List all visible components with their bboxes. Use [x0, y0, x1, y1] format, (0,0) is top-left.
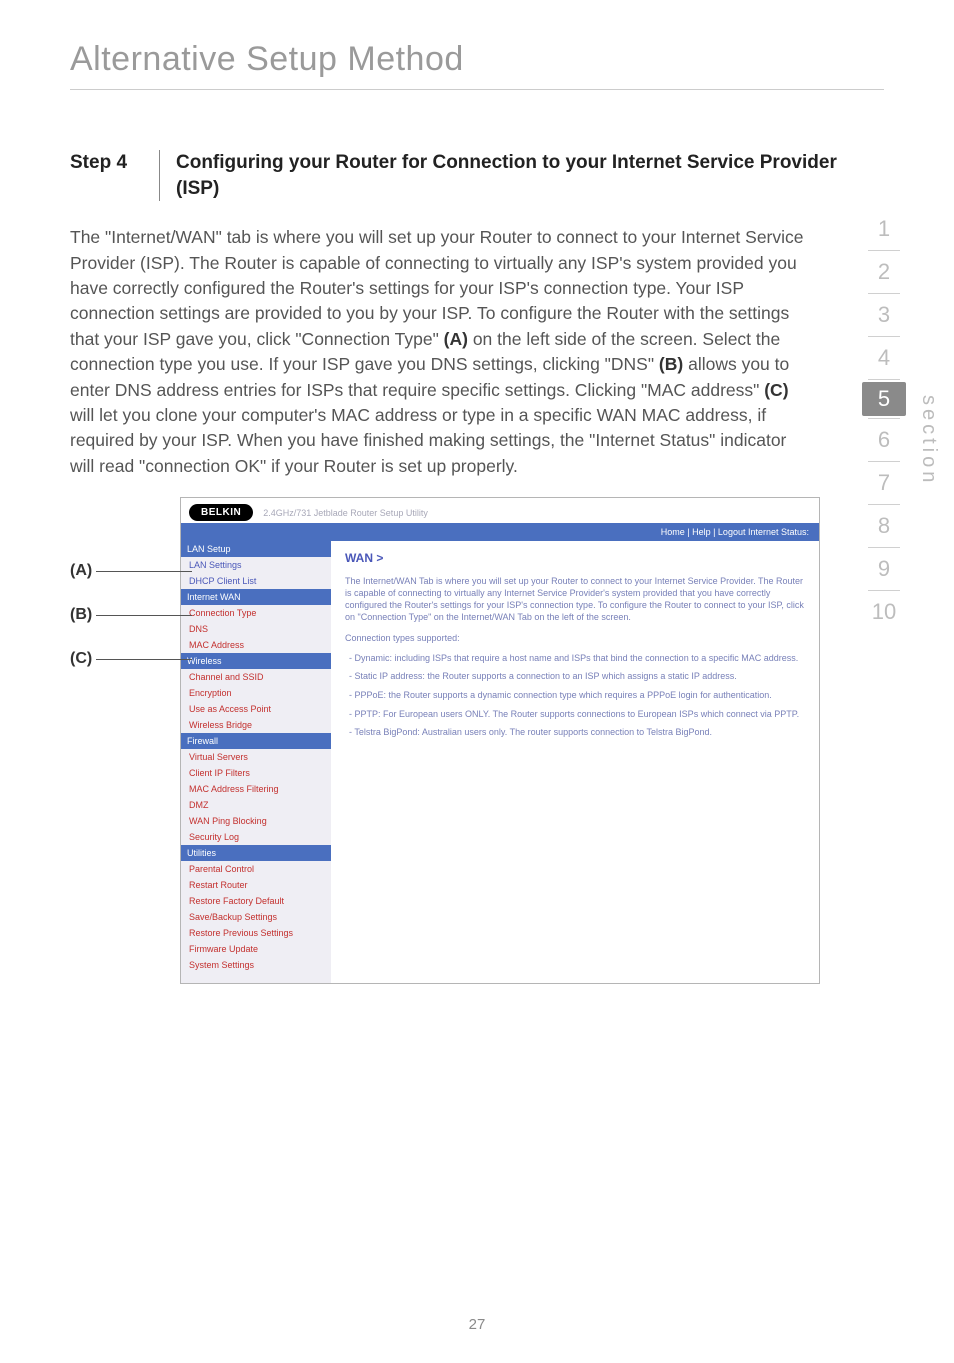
sb-encryption[interactable]: Encryption	[181, 685, 331, 701]
wan-item-static: Static IP address: the Router supports a…	[359, 670, 805, 683]
sb-connection-type[interactable]: Connection Type	[181, 605, 331, 621]
nav-5-current: 5	[862, 382, 906, 416]
admin-main: WAN > The Internet/WAN Tab is where you …	[331, 541, 819, 983]
chapter-title: Alternative Setup Method	[70, 40, 884, 79]
sb-dns[interactable]: DNS	[181, 621, 331, 637]
step-title: Configuring your Router for Connection t…	[176, 150, 884, 201]
sb-wireless-bridge[interactable]: Wireless Bridge	[181, 717, 331, 733]
sb-system-settings[interactable]: System Settings	[181, 957, 331, 973]
sb-head-wireless: Wireless	[181, 653, 331, 669]
brand-logo: BELKIN	[189, 504, 253, 521]
sb-head-utilities: Utilities	[181, 845, 331, 861]
page-number: 27	[0, 1316, 954, 1333]
wan-item-pptp: PPTP: For European users ONLY. The Route…	[359, 708, 805, 721]
admin-bluebar: Home | Help | Logout Internet Status:	[181, 523, 819, 541]
callout-c: (C)	[70, 645, 192, 673]
wan-title: WAN >	[345, 551, 805, 565]
sb-mac-address[interactable]: MAC Address	[181, 637, 331, 653]
sb-security-log[interactable]: Security Log	[181, 829, 331, 845]
sb-client-ip-filters[interactable]: Client IP Filters	[181, 765, 331, 781]
section-label: section	[917, 395, 940, 486]
nav-3: 3	[854, 296, 914, 334]
admin-sidebar: LAN Setup LAN Settings DHCP Client List …	[181, 541, 331, 983]
nav-4: 4	[854, 339, 914, 377]
sb-mac-filtering[interactable]: MAC Address Filtering	[181, 781, 331, 797]
body-paragraph: The "Internet/WAN" tab is where you will…	[70, 225, 810, 479]
router-admin-window: BELKIN 2.4GHz/731 Jetblade Router Setup …	[180, 497, 820, 984]
step-label: Step 4	[70, 150, 160, 201]
wan-item-telstra: Telstra BigPond: Australian users only. …	[359, 726, 805, 739]
sb-restore-previous[interactable]: Restore Previous Settings	[181, 925, 331, 941]
sb-channel-ssid[interactable]: Channel and SSID	[181, 669, 331, 685]
nav-6: 6	[854, 421, 914, 459]
callout-b: (B)	[70, 601, 192, 629]
nav-2: 2	[854, 253, 914, 291]
figure: (A) (B) (C) BELKIN 2.4GHz/731 Jetblade R…	[180, 497, 884, 984]
wan-item-dynamic: Dynamic: including ISPs that require a h…	[359, 652, 805, 665]
callout-a: (A)	[70, 557, 192, 585]
sb-save-backup[interactable]: Save/Backup Settings	[181, 909, 331, 925]
wan-intro: The Internet/WAN Tab is where you will s…	[345, 575, 805, 624]
wan-sub: Connection types supported:	[345, 632, 805, 644]
sb-restart-router[interactable]: Restart Router	[181, 877, 331, 893]
sb-wan-ping-blocking[interactable]: WAN Ping Blocking	[181, 813, 331, 829]
admin-header: BELKIN 2.4GHz/731 Jetblade Router Setup …	[181, 498, 819, 523]
admin-header-text: 2.4GHz/731 Jetblade Router Setup Utility	[263, 508, 428, 518]
sb-firmware-update[interactable]: Firmware Update	[181, 941, 331, 957]
sb-head-lan: LAN Setup	[181, 541, 331, 557]
callouts: (A) (B) (C)	[70, 557, 192, 673]
sb-dmz[interactable]: DMZ	[181, 797, 331, 813]
sb-lan-settings[interactable]: LAN Settings	[181, 557, 331, 573]
sb-head-firewall: Firewall	[181, 733, 331, 749]
divider	[70, 89, 884, 90]
nav-1: 1	[854, 210, 914, 248]
sb-parental-control[interactable]: Parental Control	[181, 861, 331, 877]
sb-head-wan: Internet WAN	[181, 589, 331, 605]
wan-item-pppoe: PPPoE: the Router supports a dynamic con…	[359, 689, 805, 702]
sb-virtual-servers[interactable]: Virtual Servers	[181, 749, 331, 765]
sb-dhcp-client-list[interactable]: DHCP Client List	[181, 573, 331, 589]
sb-restore-factory[interactable]: Restore Factory Default	[181, 893, 331, 909]
sb-access-point[interactable]: Use as Access Point	[181, 701, 331, 717]
